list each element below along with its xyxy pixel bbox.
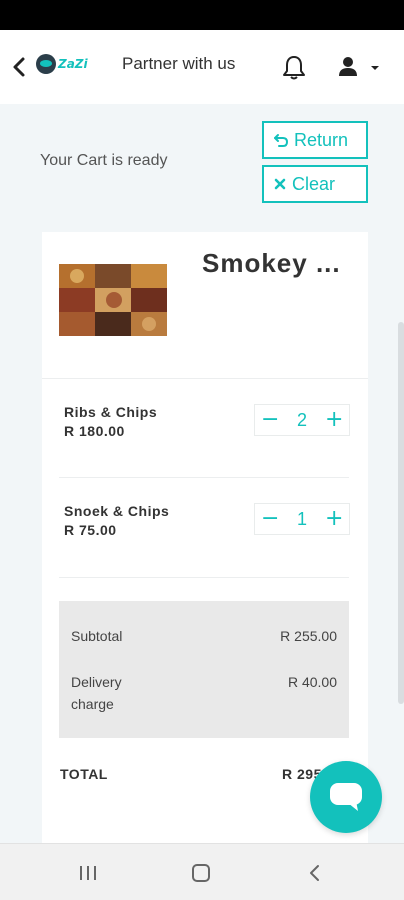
restaurant-image [59, 264, 167, 336]
item-name: Ribs & Chips [64, 404, 158, 420]
item-name: Snoek & Chips [64, 503, 170, 519]
back-icon[interactable] [300, 858, 330, 888]
status-bar [0, 0, 404, 30]
quantity-stepper: − 2 + [254, 404, 350, 436]
clear-button[interactable]: Clear [262, 165, 368, 203]
item-price: R 180.00 [64, 423, 125, 439]
caret-down-icon [371, 66, 379, 70]
cart-item: Snoek & Chips R 75.00 [64, 503, 169, 538]
bell-icon[interactable] [280, 52, 308, 82]
increase-button[interactable]: + [325, 505, 343, 533]
chat-button[interactable] [310, 761, 382, 833]
home-icon[interactable] [186, 858, 216, 888]
increase-button[interactable]: + [325, 406, 343, 434]
quantity-value: 1 [296, 508, 307, 529]
scrollbar[interactable] [398, 322, 404, 704]
subtotal-label: Subtotal [71, 628, 123, 644]
cart-status-text: Your Cart is ready [40, 152, 168, 169]
partner-with-us-link[interactable]: Partner with us [122, 54, 235, 74]
item-price: R 75.00 [64, 522, 117, 538]
delivery-value: R 40.00 [287, 674, 337, 690]
return-label: Return [294, 129, 349, 150]
decrease-button[interactable]: − [261, 505, 279, 533]
clear-label: Clear [292, 173, 336, 194]
subtotal-value: R 255.00 [280, 628, 337, 644]
logo-mark-icon [36, 54, 56, 74]
delivery-label-line2: charge [71, 696, 114, 712]
android-navigation-bar [0, 843, 404, 900]
divider [42, 378, 368, 379]
return-button[interactable]: Return [262, 121, 368, 159]
restaurant-name: Smokey ... [202, 248, 341, 278]
delivery-label-line1: Delivery [71, 674, 122, 690]
logo-text: ZaZi [58, 57, 88, 71]
cart-item: Ribs & Chips R 180.00 [64, 404, 157, 439]
divider [59, 477, 349, 478]
cart-header: Your Cart is ready Return Clear [0, 104, 404, 229]
user-menu[interactable] [336, 52, 382, 82]
cart-card: Smokey ... Ribs & Chips R 180.00 − 2 + S… [42, 232, 368, 847]
quantity-stepper: − 1 + [254, 503, 350, 535]
top-navigation: ZaZi Partner with us [0, 30, 404, 104]
order-summary: Subtotal R 255.00 Delivery charge R 40.0… [59, 601, 349, 738]
close-icon [274, 178, 286, 190]
decrease-button[interactable]: − [261, 406, 279, 434]
chat-icon [330, 783, 362, 811]
quantity-value: 2 [296, 409, 307, 430]
back-arrow-icon[interactable] [10, 52, 30, 82]
divider [59, 577, 349, 578]
recent-apps-icon[interactable] [73, 858, 103, 888]
brand-logo[interactable]: ZaZi [36, 54, 88, 74]
user-icon [339, 57, 357, 76]
return-icon [274, 134, 289, 147]
total-label: TOTAL [60, 766, 108, 782]
